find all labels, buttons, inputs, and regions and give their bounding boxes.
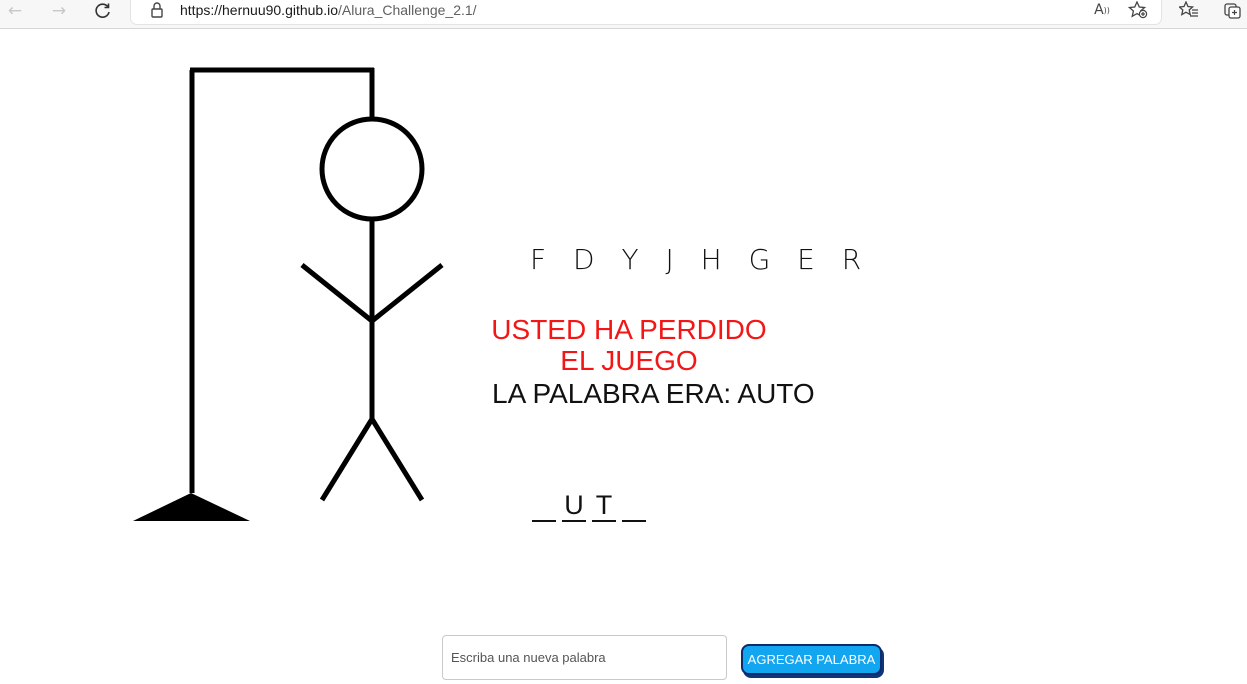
hangman-drawing: [133, 67, 444, 521]
read-aloud-icon[interactable]: A)): [1091, 0, 1113, 20]
favorites-icon[interactable]: [1178, 0, 1200, 20]
wrong-letters: F D Y J H G E R: [530, 243, 871, 276]
figure-left-leg: [319, 417, 375, 502]
figure-right-arm: [370, 263, 444, 323]
add-favorite-icon[interactable]: [1127, 0, 1149, 20]
gallows-base: [133, 493, 250, 521]
figure-left-arm: [300, 263, 374, 323]
figure-right-leg: [369, 417, 425, 502]
lose-message: USTED HA PERDIDO EL JUEGO: [489, 314, 769, 376]
figure-head: [319, 116, 425, 222]
stick-figure: [300, 116, 444, 502]
lose-message-line1: USTED HA PERDIDO: [491, 314, 767, 345]
word-slot: [532, 490, 556, 522]
answer-reveal: LA PALABRA ERA: AUTO: [492, 378, 815, 409]
add-word-button[interactable]: AGREGAR PALABRA: [741, 644, 882, 675]
new-word-input[interactable]: [442, 635, 727, 680]
collections-icon[interactable]: [1222, 0, 1244, 20]
word-slot: U: [562, 490, 586, 522]
lose-message-line2: EL JUEGO: [560, 345, 698, 376]
word-slot: T: [592, 490, 616, 522]
word-slot: [622, 490, 646, 522]
word-slots: U T: [532, 490, 646, 522]
